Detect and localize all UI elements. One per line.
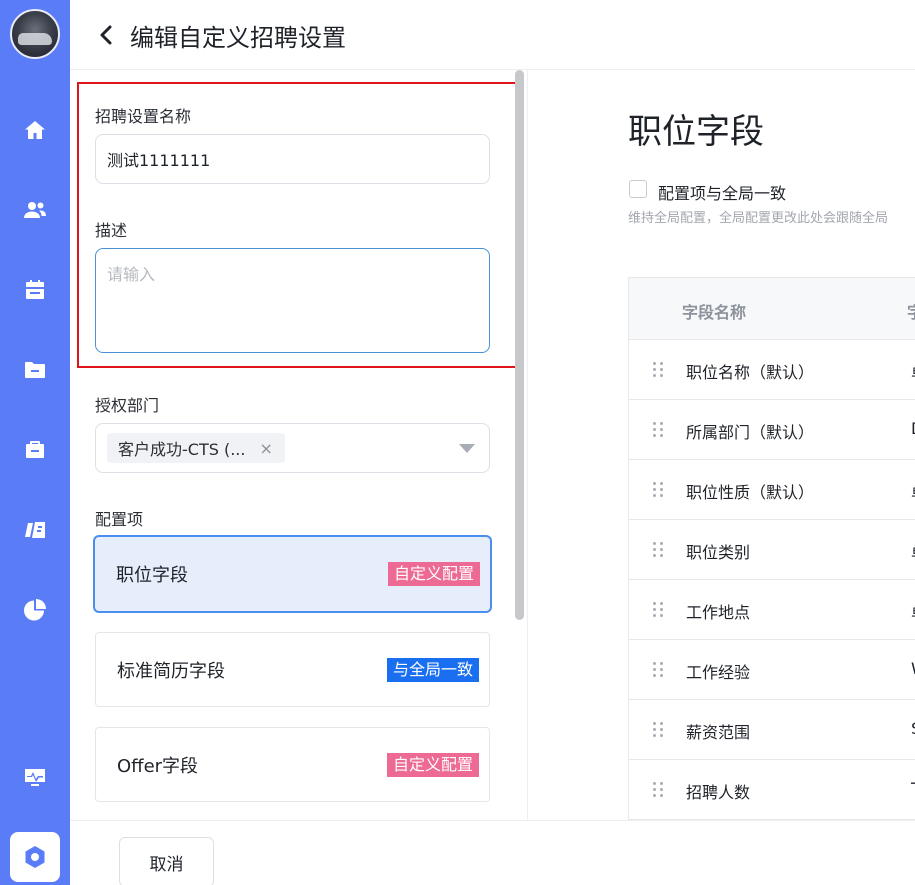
drag-handle-icon[interactable] bbox=[651, 360, 667, 378]
table-row[interactable]: 招聘人数 T bbox=[629, 760, 915, 820]
config-item-name: 标准简历字段 bbox=[117, 660, 225, 682]
close-icon[interactable]: × bbox=[259, 439, 272, 458]
field-type-cell: 单 bbox=[911, 479, 915, 503]
settings-app-button[interactable] bbox=[10, 832, 60, 882]
table-row[interactable]: 工作地点 单 bbox=[629, 580, 915, 640]
drag-handle-icon[interactable] bbox=[651, 420, 667, 438]
config-item-offer-fields[interactable]: Offer字段 自定义配置 bbox=[95, 727, 490, 802]
config-item-position-fields[interactable]: 职位字段 自定义配置 bbox=[93, 535, 492, 613]
config-item-name: 职位字段 bbox=[116, 565, 188, 586]
field-name-cell: 工作地点 bbox=[686, 603, 751, 622]
config-item-badge: 与全局一致 bbox=[386, 657, 479, 682]
hint-text: 维持全局配置，全局配置更改此处会跟随全局 bbox=[628, 211, 889, 226]
field-name-cell: 职位性质（默认） bbox=[686, 483, 815, 502]
table-row[interactable]: 所属部门（默认） D bbox=[629, 400, 915, 460]
field-type-cell: S bbox=[911, 719, 915, 738]
config-label: 配置项 bbox=[95, 510, 144, 529]
field-type-cell: 单 bbox=[911, 359, 915, 383]
config-item-name: Offer字段 bbox=[117, 755, 199, 777]
settings-form-panel: 招聘设置名称 描述 授权部门 客户成功-CTS (... × 配置项 职位字段 … bbox=[70, 70, 528, 820]
table-row[interactable]: 薪资范围 S bbox=[629, 700, 915, 760]
desc-label: 描述 bbox=[95, 221, 128, 240]
table-row[interactable]: 职位名称（默认） 单 bbox=[629, 340, 915, 400]
field-type-cell: D bbox=[911, 419, 915, 438]
section-title: 职位字段 bbox=[628, 112, 764, 152]
page-header: 编辑自定义招聘设置 bbox=[70, 0, 915, 70]
field-name-cell: 职位类别 bbox=[686, 543, 751, 562]
hexagon-icon bbox=[25, 846, 45, 868]
dept-label: 授权部门 bbox=[95, 396, 160, 415]
home-icon[interactable] bbox=[22, 117, 48, 143]
config-item-badge: 自定义配置 bbox=[386, 752, 479, 777]
briefcase-icon[interactable] bbox=[22, 437, 48, 463]
cancel-button[interactable]: 取消 bbox=[119, 837, 214, 885]
drag-handle-icon[interactable] bbox=[651, 720, 667, 738]
checkbox-label: 配置项与全局一致 bbox=[658, 184, 787, 203]
app-root: 编辑自定义招聘设置 招聘设置名称 描述 授权部门 客户成功-CTS (... ×… bbox=[0, 0, 915, 885]
fields-table: 字段名称 字 职位名称（默认）单所属部门（默认）D职位性质（默认）单职位类别单工… bbox=[628, 277, 915, 820]
drag-handle-icon[interactable] bbox=[651, 480, 667, 498]
column-header-type: 字 bbox=[907, 299, 915, 323]
field-name-cell: 工作经验 bbox=[686, 663, 751, 682]
table-row[interactable]: 职位类别 单 bbox=[629, 520, 915, 580]
dept-tag: 客户成功-CTS (... × bbox=[107, 433, 285, 463]
table-row[interactable]: 职位性质（默认） 单 bbox=[629, 460, 915, 520]
field-name-cell: 职位名称（默认） bbox=[686, 363, 815, 382]
drag-handle-icon[interactable] bbox=[651, 780, 667, 798]
drag-handle-icon[interactable] bbox=[651, 660, 667, 678]
config-item-resume-fields[interactable]: 标准简历字段 与全局一致 bbox=[95, 632, 490, 707]
back-button[interactable] bbox=[94, 20, 118, 50]
drag-handle-icon[interactable] bbox=[651, 600, 667, 618]
field-type-cell: W bbox=[911, 659, 915, 678]
users-icon[interactable] bbox=[22, 197, 48, 223]
scrollbar[interactable] bbox=[515, 70, 524, 620]
desc-textarea[interactable] bbox=[95, 248, 490, 353]
cards-icon[interactable] bbox=[22, 517, 48, 543]
field-name-cell: 所属部门（默认） bbox=[686, 423, 815, 442]
table-header: 字段名称 字 bbox=[629, 278, 915, 340]
global-consistent-checkbox[interactable] bbox=[629, 180, 647, 198]
footer-bar: 取消 bbox=[70, 820, 915, 885]
avatar[interactable] bbox=[10, 9, 60, 59]
sidebar bbox=[0, 0, 70, 885]
field-name-cell: 招聘人数 bbox=[686, 783, 751, 802]
calendar-icon[interactable] bbox=[22, 277, 48, 303]
dept-tag-label: 客户成功-CTS (... bbox=[118, 440, 246, 459]
drag-handle-icon[interactable] bbox=[651, 540, 667, 558]
config-item-badge: 自定义配置 bbox=[387, 562, 480, 586]
monitor-icon[interactable] bbox=[22, 764, 48, 790]
chevron-left-icon bbox=[100, 25, 112, 45]
field-type-cell: 单 bbox=[911, 539, 915, 563]
dept-select[interactable]: 客户成功-CTS (... × bbox=[95, 423, 490, 473]
pie-chart-icon[interactable] bbox=[22, 597, 48, 623]
caret-down-icon[interactable] bbox=[459, 444, 475, 453]
column-header-name: 字段名称 bbox=[682, 303, 747, 322]
table-row[interactable]: 工作经验 W bbox=[629, 640, 915, 700]
name-label: 招聘设置名称 bbox=[95, 107, 192, 126]
field-name-cell: 薪资范围 bbox=[686, 723, 751, 742]
folder-icon[interactable] bbox=[22, 357, 48, 383]
field-type-cell: 单 bbox=[911, 599, 915, 623]
page-title: 编辑自定义招聘设置 bbox=[130, 24, 346, 52]
detail-panel: 职位字段 配置项与全局一致 维持全局配置，全局配置更改此处会跟随全局 字段名称 … bbox=[528, 70, 915, 820]
name-input[interactable] bbox=[95, 134, 490, 184]
field-type-cell: T bbox=[911, 779, 915, 798]
